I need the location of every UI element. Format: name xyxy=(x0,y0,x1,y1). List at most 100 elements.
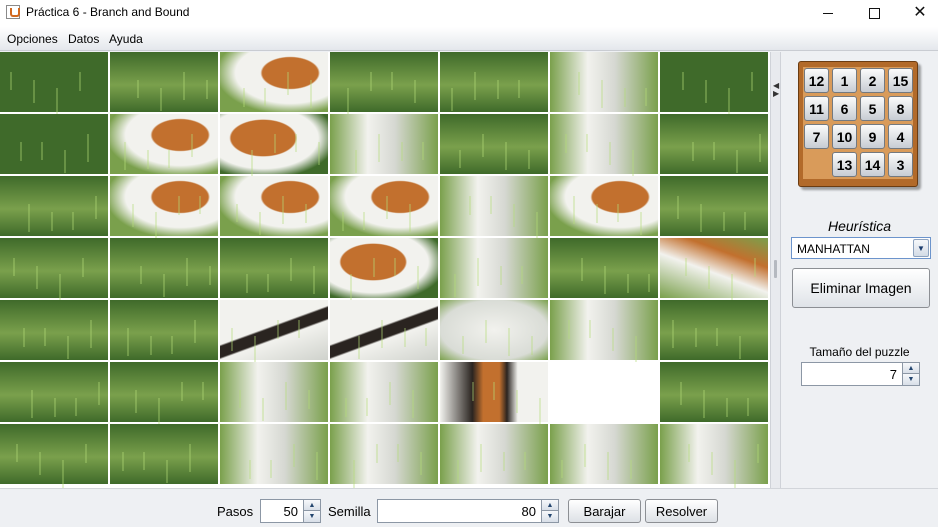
seed-label: Semilla xyxy=(328,504,371,519)
puzzle-tile[interactable] xyxy=(110,362,218,426)
grass-blade xyxy=(358,336,360,359)
puzzle-tile[interactable] xyxy=(550,300,658,364)
grass-blade xyxy=(414,80,416,103)
puzzle-tile[interactable] xyxy=(660,362,768,422)
puzzle-tile[interactable] xyxy=(110,238,218,298)
puzzle-tile[interactable] xyxy=(660,114,768,174)
java-app-icon xyxy=(6,5,20,19)
puzzle-tile[interactable] xyxy=(440,300,548,360)
puzzle-tile[interactable] xyxy=(440,424,548,484)
puzzle-tile[interactable] xyxy=(660,52,768,116)
grass-blade xyxy=(472,382,474,401)
puzzle-tile[interactable] xyxy=(660,238,768,302)
puzzle-tile[interactable] xyxy=(330,52,438,116)
empty-tile[interactable] xyxy=(550,362,658,422)
shuffle-button[interactable]: Barajar xyxy=(568,499,641,523)
grass-blade xyxy=(378,134,380,162)
puzzle-tile[interactable] xyxy=(330,176,438,236)
chevron-down-icon[interactable]: ▼ xyxy=(913,239,929,257)
spinner-down-icon[interactable]: ▼ xyxy=(304,511,320,522)
spinner-up-icon[interactable]: ▲ xyxy=(304,500,320,511)
grass-blade xyxy=(33,80,35,103)
heuristic-select[interactable]: MANHATTAN ▼ xyxy=(791,237,931,259)
remove-image-button[interactable]: Eliminar Imagen xyxy=(792,268,930,308)
preview-tile: 13 xyxy=(832,152,857,177)
spinner-down-icon[interactable]: ▼ xyxy=(903,374,919,385)
grass-blade xyxy=(604,266,606,294)
grass-blade xyxy=(209,266,211,285)
grass-blade xyxy=(705,80,707,103)
grass-blade xyxy=(404,328,406,347)
grass-blade xyxy=(246,274,248,293)
maximize-button[interactable] xyxy=(851,0,897,26)
puzzle-tile[interactable] xyxy=(220,300,328,364)
puzzle-tile[interactable] xyxy=(220,424,328,484)
puzzle-tile[interactable] xyxy=(220,238,328,298)
steps-spinner[interactable]: 50 ▲ ▼ xyxy=(260,499,321,523)
puzzle-tile[interactable] xyxy=(440,362,548,426)
puzzle-tile[interactable] xyxy=(330,424,438,488)
grass-blade xyxy=(98,382,100,405)
puzzle-tile[interactable] xyxy=(0,176,108,236)
puzzle-tile[interactable] xyxy=(550,238,658,298)
title-bar: Práctica 6 - Branch and Bound ✕ xyxy=(0,0,938,27)
puzzle-tile[interactable] xyxy=(0,238,108,302)
puzzle-tile[interactable] xyxy=(110,114,218,174)
puzzle-tile[interactable] xyxy=(330,114,438,174)
puzzle-tile[interactable] xyxy=(110,300,218,360)
puzzle-tile[interactable] xyxy=(220,176,328,236)
divider-grip[interactable] xyxy=(774,260,777,278)
puzzle-tile[interactable] xyxy=(440,238,548,298)
split-divider[interactable]: ◀ ▶ xyxy=(770,52,781,488)
grass-blade xyxy=(342,212,344,231)
grass-blade xyxy=(82,258,84,277)
puzzle-tile[interactable] xyxy=(550,176,658,236)
puzzle-tile[interactable] xyxy=(660,300,768,360)
puzzle-tile[interactable] xyxy=(660,176,768,236)
minimize-button[interactable] xyxy=(805,0,851,26)
puzzle-tile[interactable] xyxy=(440,114,548,174)
seed-value[interactable]: 80 xyxy=(522,504,536,519)
seed-spinner[interactable]: 80 ▲ ▼ xyxy=(377,499,559,523)
solve-button[interactable]: Resolver xyxy=(645,499,718,523)
puzzle-tile[interactable] xyxy=(660,424,768,488)
menu-datos[interactable]: Datos xyxy=(68,32,99,46)
puzzle-tile[interactable] xyxy=(220,52,328,112)
spinner-up-icon[interactable]: ▲ xyxy=(903,363,919,374)
grass-blade xyxy=(757,444,759,463)
spinner-down-icon[interactable]: ▼ xyxy=(542,511,558,522)
grass-blade xyxy=(682,72,684,90)
puzzle-tile[interactable] xyxy=(550,52,658,112)
puzzle-tile[interactable] xyxy=(0,362,108,422)
grass-blade xyxy=(310,80,312,108)
puzzle-tile[interactable] xyxy=(550,114,658,178)
puzzle-tile[interactable] xyxy=(330,362,438,422)
puzzle-tile[interactable] xyxy=(110,52,218,112)
puzzle-tile[interactable] xyxy=(110,424,218,484)
spinner-up-icon[interactable]: ▲ xyxy=(542,500,558,511)
grass-blade xyxy=(183,72,185,100)
puzzle-tile[interactable] xyxy=(550,424,658,484)
puzzle-tile[interactable] xyxy=(0,52,108,116)
puzzle-tile[interactable] xyxy=(330,238,438,302)
grass-blade xyxy=(394,258,396,276)
puzzle-tile[interactable] xyxy=(220,114,328,178)
puzzle-tile[interactable] xyxy=(440,52,548,112)
grass-blade xyxy=(293,444,295,467)
puzzle-tile[interactable] xyxy=(110,176,218,240)
puzzle-tile[interactable] xyxy=(220,362,328,422)
puzzle-tile[interactable] xyxy=(0,300,108,360)
grass-blade xyxy=(267,274,269,292)
puzzle-size-value[interactable]: 7 xyxy=(890,367,897,382)
puzzle-tile[interactable] xyxy=(440,176,548,240)
puzzle-size-spinner[interactable]: 7 ▲ ▼ xyxy=(801,362,920,386)
menu-opciones[interactable]: Opciones xyxy=(7,32,58,46)
collapse-arrows-icon[interactable]: ◀ ▶ xyxy=(773,82,779,98)
puzzle-tile[interactable] xyxy=(330,300,438,360)
puzzle-tile[interactable] xyxy=(0,114,108,174)
menu-ayuda[interactable]: Ayuda xyxy=(109,32,143,46)
close-button[interactable]: ✕ xyxy=(897,0,938,26)
steps-value[interactable]: 50 xyxy=(284,504,298,519)
puzzle-tile[interactable] xyxy=(0,424,108,488)
grass-blade xyxy=(254,336,256,364)
